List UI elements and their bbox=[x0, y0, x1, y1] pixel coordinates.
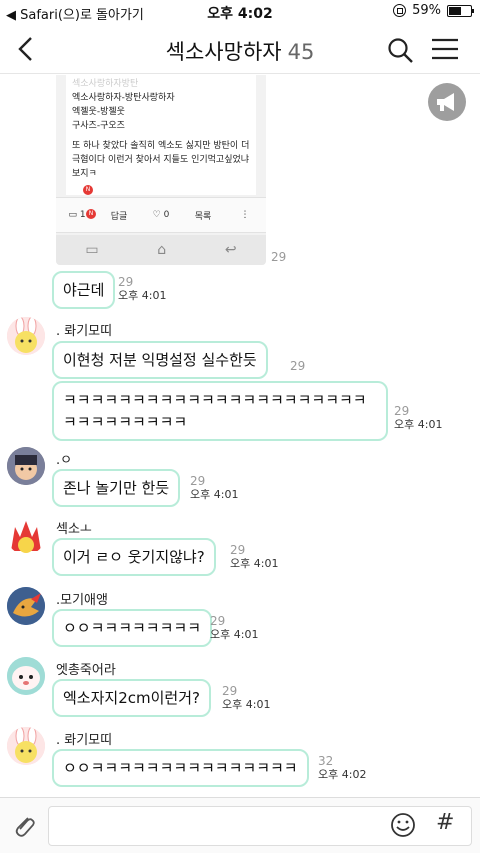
chat-header: 섹소사망하자 45 bbox=[0, 24, 480, 74]
message-meta: 29 오후 4:01 bbox=[394, 404, 443, 432]
message-bubble[interactable]: ㅋㅋㅋㅋㅋㅋㅋㅋㅋㅋㅋㅋㅋㅋㅋㅋㅋㅋㅋㅋㅋㅋㅋㅋㅋㅋㅋㅋㅋㅋㅋ bbox=[52, 381, 388, 441]
orientation-lock-icon bbox=[393, 4, 407, 17]
status-right: 59% bbox=[393, 3, 474, 18]
avatar-dragon[interactable] bbox=[7, 587, 45, 625]
message-meta: 29 오후 4:01 bbox=[210, 614, 259, 642]
search-icon[interactable] bbox=[386, 36, 414, 64]
recent-apps-icon: ▭ bbox=[85, 242, 99, 258]
room-name: 섹소사망하자 bbox=[165, 40, 282, 64]
sender-name: .모기애앵 bbox=[56, 593, 108, 608]
message-bubble[interactable]: 존나 놀기만 한듯 bbox=[52, 469, 181, 507]
list-label: 목록 bbox=[194, 211, 212, 222]
message-meta: 29 bbox=[290, 359, 306, 373]
chat-area[interactable]: 섹소사랑하자방탄 엑소사랑하자-방탄사랑하자 엑젤웃-방젤웃 구사즈-구오즈 또… bbox=[0, 75, 480, 797]
message-bubble[interactable]: 이거 ㄹㅇ 웃기지않냐? bbox=[52, 538, 216, 576]
sender-name: . 롸기모띠 bbox=[56, 324, 113, 339]
message-input-bar: # bbox=[0, 797, 480, 853]
battery-percent: 59% bbox=[412, 3, 441, 18]
member-count: 45 bbox=[287, 40, 315, 64]
message-meta: 29 오후 4:01 bbox=[190, 474, 239, 502]
new-badge: N bbox=[83, 185, 93, 195]
sender-name: 섹소ㅗ bbox=[56, 522, 92, 537]
message-bubble[interactable]: ㅇㅇㅋㅋㅋㅋㅋㅋㅋㅋㅋㅋㅋㅋㅋㅋㅋ bbox=[52, 749, 309, 787]
more-icon: ⋮ bbox=[240, 210, 250, 220]
avatar-rabbit[interactable] bbox=[7, 727, 45, 765]
shared-image[interactable]: 섹소사랑하자방탄 엑소사랑하자-방탄사랑하자 엑젤웃-방젤웃 구사즈-구오즈 또… bbox=[56, 75, 266, 265]
battery-icon bbox=[447, 4, 474, 17]
image-unread-count: 29 bbox=[271, 250, 287, 264]
back-icon: ↩ bbox=[224, 242, 237, 258]
message-meta: 29 오후 4:01 bbox=[118, 275, 167, 303]
reply-label: 답글 bbox=[110, 211, 128, 222]
message-bubble[interactable]: 엑소자지2cm이런거? bbox=[52, 679, 211, 717]
message-bubble[interactable]: 야근데 bbox=[52, 271, 116, 309]
megaphone-icon[interactable] bbox=[428, 83, 466, 121]
home-icon: ⌂ bbox=[157, 242, 167, 258]
paperclip-icon[interactable] bbox=[10, 812, 38, 840]
avatar-character[interactable] bbox=[7, 447, 45, 485]
status-bar: ◀ Safari(으)로 돌아가기 오후 4:02 59% bbox=[0, 0, 480, 24]
hashtag-icon[interactable]: # bbox=[436, 810, 454, 835]
sender-name: 엣총죽어라 bbox=[56, 663, 116, 678]
avatar-rabbit[interactable] bbox=[7, 317, 45, 355]
message-meta: 29 오후 4:01 bbox=[222, 684, 271, 712]
avatar-apeach[interactable] bbox=[7, 657, 45, 695]
new-badge-2: N bbox=[86, 209, 96, 219]
like-count: ♡ 0 bbox=[152, 210, 170, 220]
hamburger-menu-icon[interactable] bbox=[432, 38, 458, 60]
android-navbar: ▭ ⌂ ↩ bbox=[56, 235, 266, 265]
message-meta: 32 오후 4:02 bbox=[318, 754, 367, 782]
shared-image-text: 섹소사랑하자방탄 엑소사랑하자-방탄사랑하자 엑젤웃-방젤웃 구사즈-구오즈 또… bbox=[66, 75, 256, 195]
sender-name: .ㅇ bbox=[56, 453, 73, 468]
message-bubble[interactable]: 이현청 저분 익명설정 실수한듯 bbox=[52, 341, 268, 379]
message-meta: 29 오후 4:01 bbox=[230, 543, 279, 571]
emoji-icon[interactable] bbox=[390, 812, 416, 838]
avatar-flame[interactable] bbox=[7, 517, 45, 555]
message-bubble[interactable]: ㅇㅇㅋㅋㅋㅋㅋㅋㅋㅋ bbox=[52, 609, 213, 647]
sender-name: . 롸기모띠 bbox=[56, 733, 113, 748]
